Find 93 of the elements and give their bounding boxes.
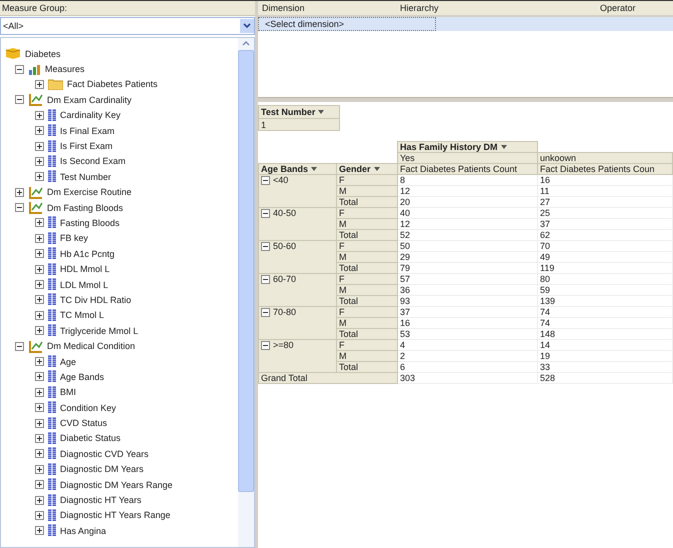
value-cell: 80 xyxy=(538,274,672,284)
value-cell: 16 xyxy=(398,318,538,328)
value-cell: 8 xyxy=(398,174,538,186)
filter-value: 1 xyxy=(258,119,340,131)
grand-total-cell: Grand Total xyxy=(258,372,398,384)
tree-item[interactable]: Fact Diabetes Patients xyxy=(67,79,158,90)
tree-item[interactable]: Diagnostic CVD Years xyxy=(60,448,149,459)
value-cell: 50 xyxy=(398,240,538,252)
value-cell: 27 xyxy=(538,196,672,208)
tree-item[interactable]: BMI xyxy=(60,387,76,398)
tree-item[interactable]: Is Final Exam xyxy=(60,126,115,136)
value-cell: 74 xyxy=(538,306,672,318)
column-header: Operator xyxy=(600,3,637,13)
value-cell: 33 xyxy=(538,362,672,372)
value-cell: 37 xyxy=(538,218,672,230)
value-cell: 74 xyxy=(538,318,672,328)
tree-item[interactable]: Age Bands xyxy=(60,372,104,382)
tree-item[interactable]: LDL Mmol L xyxy=(60,280,108,290)
tree-item[interactable]: CVD Status xyxy=(60,418,108,428)
age-band-cell[interactable]: 50-60 xyxy=(258,240,336,274)
tree-item[interactable]: Is Second Exam xyxy=(60,156,126,166)
value-cell: 70 xyxy=(538,240,672,252)
tree-item[interactable]: Dm Exam Cardinality xyxy=(47,94,132,105)
value-cell: 59 xyxy=(538,284,672,296)
column-member: unkoown xyxy=(538,152,672,164)
tree-item[interactable]: Diagnostic DM Years xyxy=(60,464,144,474)
value-cell: 37 xyxy=(398,306,538,318)
value-cell: 139 xyxy=(538,296,672,306)
value-cell: 53 xyxy=(398,328,538,340)
age-band-cell[interactable]: <40 xyxy=(258,174,336,208)
value-cell: 119 xyxy=(538,262,672,274)
measure-header: Fact Diabetes Patients Coun xyxy=(538,164,672,174)
tree-item[interactable]: Diagnostic DM Years Range xyxy=(60,480,173,490)
tree-item[interactable]: Diabetic Status xyxy=(60,433,121,444)
value-cell: 12 xyxy=(398,218,538,230)
value-cell: 6 xyxy=(398,362,538,372)
value-cell: 40 xyxy=(398,208,538,218)
value-cell: 148 xyxy=(538,328,672,340)
value-cell: 14 xyxy=(538,340,672,350)
column-header: Dimension xyxy=(262,3,306,13)
dimension-cell[interactable]: <Select dimension> xyxy=(258,17,436,31)
age-band-cell[interactable]: 40-50 xyxy=(258,208,336,240)
tree-item[interactable]: Measures xyxy=(45,64,85,74)
tree-item[interactable]: Hb A1c Pcntg xyxy=(60,248,115,259)
value-cell: 528 xyxy=(538,372,672,384)
column-field[interactable]: Has Family History DM xyxy=(398,142,538,152)
value-cell: 4 xyxy=(398,340,538,350)
tree-item[interactable]: Is First Exam xyxy=(60,141,113,152)
tree-item[interactable]: FB key xyxy=(60,233,88,244)
filter-row[interactable]: <Select dimension> xyxy=(258,17,673,31)
tree-item[interactable]: Cardinality Key xyxy=(60,110,121,120)
value-cell: 16 xyxy=(538,174,672,186)
tree-item[interactable]: TC Mmol L xyxy=(60,310,104,320)
value-cell: 2 xyxy=(398,350,538,362)
tree-item[interactable]: Test Number xyxy=(60,172,112,182)
filter-field[interactable]: Test Number xyxy=(258,105,340,119)
tree-item[interactable]: HDL Mmol L xyxy=(60,264,110,274)
measure-group-label: Measure Group: xyxy=(2,3,68,13)
tree-item[interactable]: Dm Medical Condition xyxy=(47,341,136,352)
value-cell: 36 xyxy=(398,284,538,296)
age-band-cell[interactable]: 60-70 xyxy=(258,274,336,306)
age-band-cell[interactable]: >=80 xyxy=(258,340,336,372)
tree-item[interactable]: Condition Key xyxy=(60,402,116,413)
value-cell: 79 xyxy=(398,262,538,274)
measure-header: Fact Diabetes Patients Count xyxy=(398,164,538,174)
tree-item[interactable]: Has Angina xyxy=(60,526,106,536)
measure-group-dropdown[interactable]: <All> xyxy=(0,17,255,35)
value-cell: 62 xyxy=(538,230,672,240)
value-cell: 303 xyxy=(398,372,538,384)
column-header: Hierarchy xyxy=(400,3,440,13)
tree-item[interactable]: Age xyxy=(60,356,76,366)
age-band-cell[interactable]: 70-80 xyxy=(258,306,336,340)
row-field[interactable]: Age Bands xyxy=(258,164,336,174)
row-field[interactable]: Gender xyxy=(336,164,398,174)
tree-item[interactable]: Dm Fasting Bloods xyxy=(47,202,124,213)
value-cell: 11 xyxy=(538,186,672,196)
tree-item[interactable]: Fasting Bloods xyxy=(60,218,120,228)
value-cell: 49 xyxy=(538,252,672,262)
tree-item[interactable]: Diabetes xyxy=(25,48,61,59)
tree-item[interactable]: Diagnostic HT Years xyxy=(60,495,142,506)
column-member: Yes xyxy=(398,152,538,164)
tree-item[interactable]: Triglyceride Mmol L xyxy=(60,326,138,336)
value-cell: 52 xyxy=(398,230,538,240)
value-cell: 57 xyxy=(398,274,538,284)
value-cell: 20 xyxy=(398,196,538,208)
value-cell: 93 xyxy=(398,296,538,306)
tree-item[interactable]: Dm Exercise Routine xyxy=(47,187,132,198)
value-cell: 29 xyxy=(398,252,538,262)
tree-item[interactable]: Diagnostic HT Years Range xyxy=(60,510,170,520)
value-cell: 25 xyxy=(538,208,672,218)
tree-item[interactable]: TC Div HDL Ratio xyxy=(60,294,132,305)
value-cell: 19 xyxy=(538,350,672,362)
value-cell: 12 xyxy=(398,186,538,196)
